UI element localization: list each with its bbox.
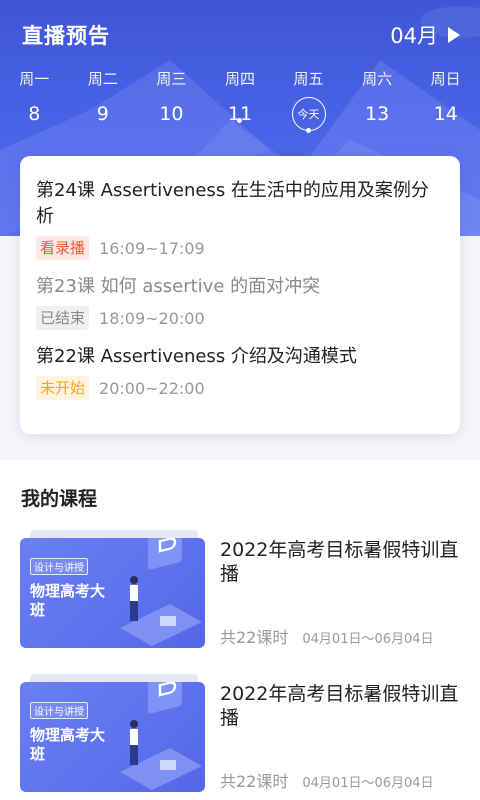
course-thumbnail: 设计与讲授 物理高考大班 [20, 674, 205, 792]
course-card[interactable]: 设计与讲授 物理高考大班 2022年高考目标暑假特训直播 共22课时 04月01… [0, 672, 480, 800]
weekday-label: 周一 [19, 70, 50, 88]
day-sat[interactable]: 周六 13 [343, 68, 412, 131]
month-label: 04月 [390, 24, 438, 48]
thumb-title: 物理高考大班 [30, 582, 106, 619]
date-number: 14 [433, 103, 458, 125]
weekday-label: 周三 [156, 70, 187, 88]
lesson-title: 第24课 Assertiveness 在生活中的应用及案例分析 [36, 180, 429, 227]
lesson-item[interactable]: 第22课 Assertiveness 介绍及沟通模式 未开始 20:00~22:… [36, 344, 444, 400]
weekday-label: 周六 [362, 70, 393, 88]
lesson-count: 共22课时 [220, 628, 289, 647]
replay-badge[interactable]: 看录播 [36, 236, 90, 260]
course-name: 2022年高考目标暑假特训直播 [220, 683, 459, 729]
course-thumbnail: 设计与讲授 物理高考大班 [20, 530, 205, 648]
section-title: 我的课程 [21, 488, 98, 510]
weekday-label: 周日 [430, 70, 461, 88]
today-indicator: 今天 [291, 97, 326, 131]
ended-badge: 已结束 [36, 306, 90, 330]
date-number: 10 [159, 103, 184, 125]
day-mon[interactable]: 周一 8 [0, 68, 69, 131]
lesson-item[interactable]: 第24课 Assertiveness 在生活中的应用及案例分析 看录播 16:0… [36, 178, 444, 260]
week-selector: 周一 8 周二 9 周三 10 周四 11 周五 今天 周六 13 周日 14 [0, 68, 480, 133]
lesson-time: 18:09~20:00 [99, 308, 205, 328]
day-tue[interactable]: 周二 9 [69, 68, 138, 131]
lesson-title: 第23课 如何 assertive 的面对冲突 [36, 276, 321, 297]
date-number: 8 [28, 103, 41, 125]
month-picker[interactable]: 04月 [390, 20, 460, 50]
day-sun[interactable]: 周日 14 [411, 68, 480, 131]
course-dates: 04月01日～06月04日 [302, 632, 434, 647]
my-courses-section: 我的课程 设计与讲授 物理高考大班 2022年高考目标暑假特训直播 共22课时 … [0, 460, 480, 800]
thumb-tag: 设计与讲授 [30, 558, 88, 575]
has-live-dot [306, 128, 312, 133]
course-card[interactable]: 设计与讲授 物理高考大班 2022年高考目标暑假特训直播 共22课时 04月01… [0, 528, 480, 658]
lesson-count: 共22课时 [220, 772, 289, 791]
weekday-label: 周五 [293, 70, 324, 88]
lesson-item[interactable]: 第23课 如何 assertive 的面对冲突 已结束 18:09~20:00 [36, 274, 444, 330]
weekday-label: 周四 [224, 70, 255, 88]
day-thu[interactable]: 周四 11 [206, 68, 275, 131]
lesson-time: 20:00~22:00 [99, 378, 205, 398]
thumb-tag: 设计与讲授 [30, 702, 88, 719]
page-title: 直播预告 [22, 24, 110, 48]
date-number: 13 [365, 103, 390, 125]
course-name: 2022年高考目标暑假特训直播 [220, 539, 459, 585]
lesson-time: 16:09~17:09 [99, 238, 205, 258]
day-fri[interactable]: 周五 今天 [274, 68, 343, 133]
live-schedule-card: 第24课 Assertiveness 在生活中的应用及案例分析 看录播 16:0… [20, 156, 460, 434]
weekday-label: 周二 [87, 70, 118, 88]
lesson-title: 第22课 Assertiveness 介绍及沟通模式 [36, 346, 357, 367]
day-wed[interactable]: 周三 10 [137, 68, 206, 131]
thumb-title: 物理高考大班 [30, 726, 106, 763]
play-icon [448, 27, 460, 43]
date-number: 11 [227, 103, 253, 125]
course-dates: 04月01日～06月04日 [302, 776, 434, 791]
not-started-badge: 未开始 [36, 376, 90, 400]
date-number: 9 [96, 103, 109, 125]
